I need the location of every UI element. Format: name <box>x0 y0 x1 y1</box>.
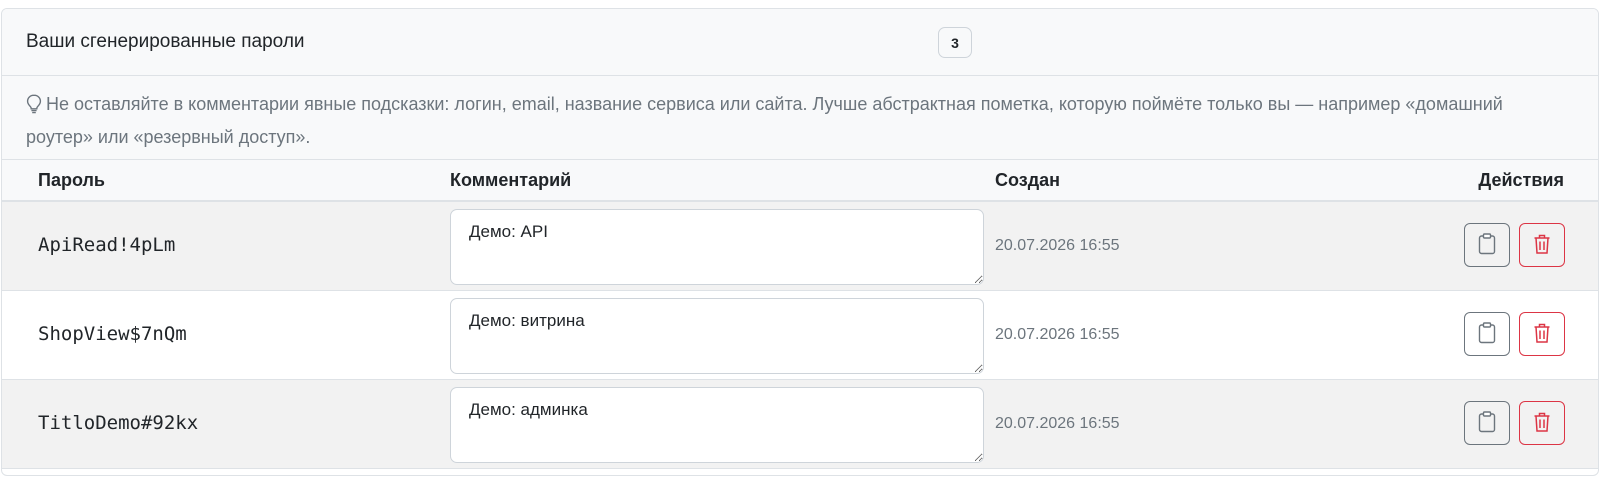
copy-button[interactable] <box>1464 401 1510 445</box>
created-date: 20.07.2026 16:55 <box>995 415 1120 432</box>
created-date: 20.07.2026 16:55 <box>995 326 1120 343</box>
comment-input[interactable]: Демо: витрина <box>450 298 984 374</box>
password-value: TitloDemo#92kx <box>38 412 199 434</box>
table-header: Пароль Комментарий Создан Действия <box>2 160 1598 202</box>
table-row: ApiRead!4pLm Демо: API 20.07.2026 16:55 <box>2 202 1598 291</box>
lightbulb-icon <box>26 94 42 123</box>
column-header-actions: Действия <box>1478 169 1564 190</box>
copy-button[interactable] <box>1464 312 1510 356</box>
delete-button[interactable] <box>1519 312 1565 356</box>
card-title: Ваши сгенерированные пароли <box>26 31 305 52</box>
column-header-comment: Комментарий <box>450 169 572 190</box>
clipboard-icon <box>1478 232 1496 258</box>
column-header-password: Пароль <box>38 169 105 190</box>
hint-text: Не оставляйте в комментарии явные подска… <box>26 94 1503 147</box>
password-value: ShopView$7nQm <box>38 323 187 345</box>
copy-button[interactable] <box>1464 223 1510 267</box>
count-badge: 3 <box>938 27 972 58</box>
table-row: TitloDemo#92kx Демо: админка 20.07.2026 … <box>2 380 1598 469</box>
trash-icon <box>1533 322 1551 347</box>
card-header: Ваши сгенерированные пароли 3 <box>2 9 1598 76</box>
passwords-card: Ваши сгенерированные пароли 3 Не оставля… <box>1 8 1599 476</box>
table-row: ShopView$7nQm Демо: витрина 20.07.2026 1… <box>2 291 1598 380</box>
password-value: ApiRead!4pLm <box>38 234 176 256</box>
created-date: 20.07.2026 16:55 <box>995 237 1120 254</box>
trash-icon <box>1533 411 1551 436</box>
comment-input[interactable]: Демо: админка <box>450 387 984 463</box>
hint-panel: Не оставляйте в комментарии явные подска… <box>2 76 1598 160</box>
delete-button[interactable] <box>1519 401 1565 445</box>
clipboard-icon <box>1478 410 1496 436</box>
passwords-table: Пароль Комментарий Создан Действия ApiRe… <box>2 160 1598 469</box>
comment-input[interactable]: Демо: API <box>450 209 984 285</box>
column-header-created: Создан <box>995 169 1061 190</box>
delete-button[interactable] <box>1519 223 1565 267</box>
trash-icon <box>1533 233 1551 258</box>
clipboard-icon <box>1478 321 1496 347</box>
